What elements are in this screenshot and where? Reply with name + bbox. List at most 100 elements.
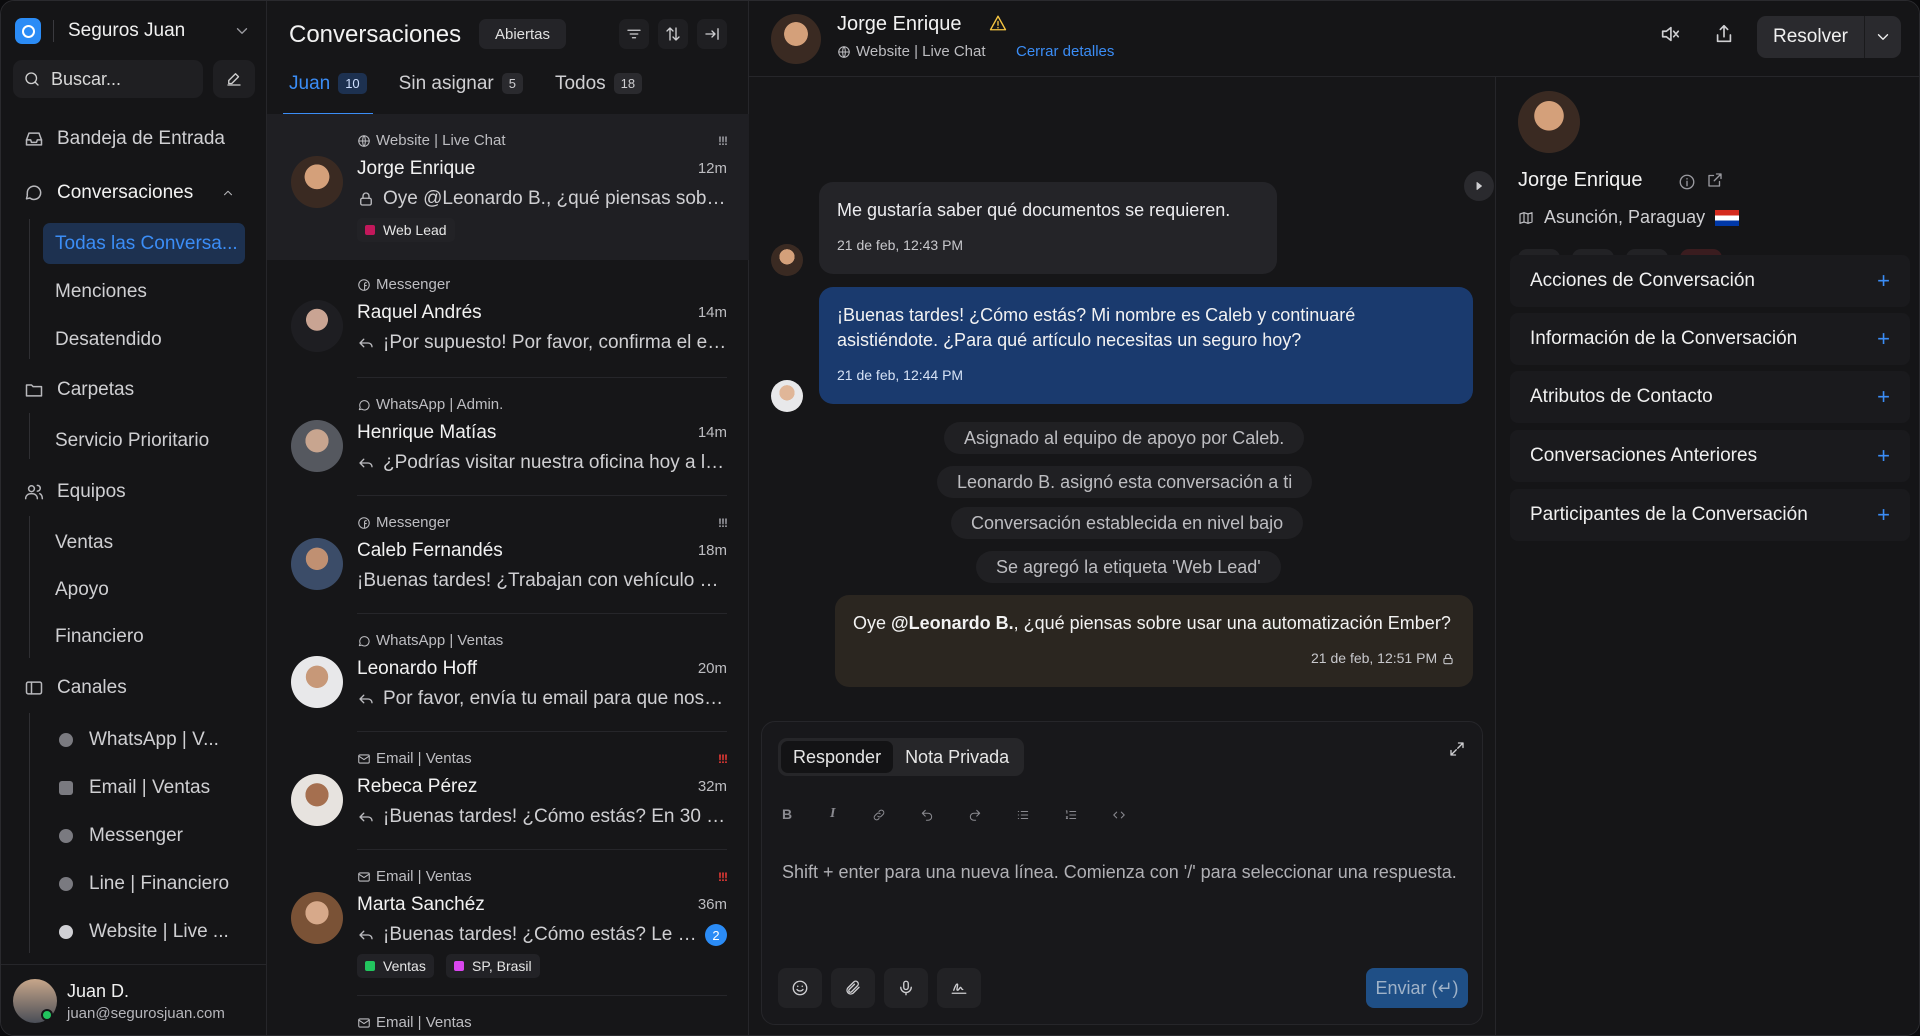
bold-button[interactable]: B bbox=[782, 806, 792, 822]
signature-button[interactable] bbox=[937, 968, 981, 1008]
record-audio-button[interactable] bbox=[884, 968, 928, 1008]
numbered-list-icon[interactable] bbox=[1064, 808, 1078, 822]
collapse-list-button[interactable] bbox=[697, 19, 727, 49]
whatsapp-icon bbox=[357, 634, 371, 648]
toggle-details-button[interactable] bbox=[1464, 171, 1494, 201]
globe-icon bbox=[357, 134, 371, 148]
conversation-item[interactable]: Email | Ventas !!! Marta Sanchéz 36m ¡Bu… bbox=[267, 850, 749, 996]
conversation-item[interactable]: WhatsApp | Ventas Leonardo Hoff 20m Por … bbox=[267, 614, 749, 732]
sidebar: Seguros Juan Buscar... Bandeja de Entrad… bbox=[1, 1, 267, 1035]
message-input[interactable]: Shift + enter para una nueva línea. Comi… bbox=[782, 862, 1457, 883]
info-icon[interactable] bbox=[1678, 173, 1696, 191]
sort-button[interactable] bbox=[658, 19, 688, 49]
chevron-down-icon[interactable] bbox=[1865, 28, 1901, 46]
timestamp: 12m bbox=[697, 160, 727, 177]
label-tag[interactable]: Ventas bbox=[357, 954, 434, 978]
search-input[interactable]: Buscar... bbox=[13, 60, 203, 98]
last-message: ¡Por supuesto! Por favor, confirma el en… bbox=[383, 332, 727, 353]
tree-line bbox=[29, 413, 30, 459]
outgoing-message[interactable]: ¡Buenas tardes! ¿Cómo estás? Mi nombre e… bbox=[819, 287, 1473, 404]
contact-name: Leonardo Hoff bbox=[357, 658, 478, 679]
tab-mine[interactable]: Juan 10 bbox=[283, 73, 373, 115]
code-icon[interactable] bbox=[1112, 808, 1126, 822]
tab-private-note[interactable]: Nota Privada bbox=[893, 741, 1021, 773]
chevron-down-icon bbox=[233, 22, 251, 40]
resolve-button[interactable]: Resolver bbox=[1757, 16, 1901, 58]
conversation-item[interactable]: Email | Ventas !!! Rebeca Pérez 32m ¡Bue… bbox=[267, 732, 749, 850]
section-title: Conversaciones Anteriores bbox=[1530, 445, 1758, 466]
tab-all[interactable]: Todos 18 bbox=[555, 73, 643, 115]
compose-button[interactable] bbox=[213, 60, 255, 98]
sidebar-item-inbox[interactable]: Bandeja de Entrada bbox=[23, 128, 225, 150]
incoming-message[interactable]: Me gustaría saber qué documentos se requ… bbox=[819, 182, 1277, 274]
workspace-switcher[interactable]: Seguros Juan bbox=[15, 15, 251, 47]
source-label: Messenger bbox=[376, 276, 451, 293]
chevron-right-icon bbox=[1473, 180, 1485, 192]
link-icon[interactable] bbox=[872, 808, 886, 822]
chat-bubble-icon bbox=[23, 183, 45, 203]
section-previous-conversations[interactable]: Conversaciones Anteriores + bbox=[1510, 430, 1910, 482]
sidebar-item-unattended[interactable]: Desatendido bbox=[55, 329, 162, 351]
sidebar-item-channels[interactable]: Canales bbox=[23, 677, 127, 699]
sidebar-item-all-conversations[interactable]: Todas las Conversa... bbox=[55, 233, 238, 255]
section-conversation-info[interactable]: Información de la Conversación + bbox=[1510, 313, 1910, 365]
sidebar-item-channel-messenger[interactable]: Messenger bbox=[59, 825, 183, 847]
section-conversation-actions[interactable]: Acciones de Conversación + bbox=[1510, 255, 1910, 307]
sidebar-item-team-financiero[interactable]: Financiero bbox=[55, 626, 144, 648]
bullet-list-icon[interactable] bbox=[1016, 808, 1030, 822]
contact-name: Caleb Fernandés bbox=[357, 540, 503, 561]
mention[interactable]: @Leonardo B. bbox=[891, 613, 1014, 633]
conversation-item[interactable]: Messenger Raquel Andrés 14m ¡Por supuest… bbox=[267, 260, 749, 378]
attach-button[interactable] bbox=[831, 968, 875, 1008]
sidebar-item-channel-whatsapp[interactable]: WhatsApp | V... bbox=[59, 729, 219, 751]
undo-icon[interactable] bbox=[920, 808, 934, 822]
italic-button[interactable]: I bbox=[830, 806, 835, 822]
emoji-button[interactable] bbox=[778, 968, 822, 1008]
avatar[interactable] bbox=[771, 14, 821, 64]
close-details-link[interactable]: Cerrar detalles bbox=[1016, 43, 1114, 60]
conversation-item[interactable]: Email | Ventas bbox=[267, 996, 749, 1035]
smile-icon bbox=[791, 979, 809, 997]
last-message: ¿Podrías visitar nuestra oficina hoy a l… bbox=[383, 452, 727, 473]
plus-icon: + bbox=[1877, 443, 1890, 468]
label-color bbox=[365, 961, 375, 971]
conversation-item[interactable]: Website | Live Chat !!! Jorge Enrique 12… bbox=[267, 114, 749, 260]
external-link-icon[interactable] bbox=[1706, 171, 1724, 189]
label-tag[interactable]: SP, Brasil bbox=[446, 954, 540, 978]
current-user[interactable]: Juan D. juan@segurosjuan.com bbox=[1, 964, 267, 1035]
sidebar-item-teams[interactable]: Equipos bbox=[23, 481, 126, 503]
section-contact-attributes[interactable]: Atributos de Contacto + bbox=[1510, 371, 1910, 423]
sidebar-item-mentions[interactable]: Menciones bbox=[55, 281, 147, 303]
label-tag[interactable]: Web Lead bbox=[357, 218, 455, 242]
tab-reply[interactable]: Responder bbox=[781, 741, 894, 773]
send-button[interactable]: Enviar (↵) bbox=[1366, 968, 1468, 1008]
sidebar-item-folders[interactable]: Carpetas bbox=[23, 379, 134, 401]
section-conversation-participants[interactable]: Participantes de la Conversación + bbox=[1510, 489, 1910, 541]
lock-icon bbox=[1441, 652, 1455, 666]
private-note-message[interactable]: Oye @Leonardo B., ¿qué piensas sobre usa… bbox=[835, 595, 1473, 687]
expand-icon[interactable] bbox=[1448, 740, 1466, 758]
export-button[interactable] bbox=[1713, 23, 1735, 45]
sidebar-item-channel-website[interactable]: Website | Live ... bbox=[59, 921, 229, 943]
sidebar-item-channel-email[interactable]: Email | Ventas bbox=[59, 777, 210, 799]
channels-icon bbox=[23, 678, 45, 698]
sidebar-item-team-ventas[interactable]: Ventas bbox=[55, 532, 113, 554]
status-filter[interactable]: Abiertas bbox=[479, 19, 567, 49]
sidebar-item-team-apoyo[interactable]: Apoyo bbox=[55, 579, 109, 601]
timestamp: 14m bbox=[697, 424, 727, 441]
contact-name[interactable]: Jorge Enrique bbox=[837, 13, 962, 36]
last-message: ¡Buenas tardes! ¿Cómo estás? Le informam… bbox=[383, 924, 697, 945]
workspace-name: Seguros Juan bbox=[53, 20, 233, 42]
line-icon bbox=[59, 877, 73, 891]
search-placeholder: Buscar... bbox=[51, 68, 122, 89]
sidebar-item-priority-service[interactable]: Servicio Prioritario bbox=[55, 430, 209, 452]
contact-name: Jorge Enrique bbox=[1518, 169, 1643, 191]
conversation-item[interactable]: Messenger !!! Caleb Fernandés 18m ¡Buena… bbox=[267, 496, 749, 614]
tab-unassigned[interactable]: Sin asignar 5 bbox=[399, 73, 523, 115]
filter-button[interactable] bbox=[619, 19, 649, 49]
mute-button[interactable] bbox=[1659, 23, 1681, 45]
redo-icon[interactable] bbox=[968, 808, 982, 822]
sidebar-item-conversations[interactable]: Conversaciones bbox=[23, 182, 247, 204]
sidebar-item-channel-line[interactable]: Line | Financiero bbox=[59, 873, 229, 895]
conversation-item[interactable]: WhatsApp | Admin. Henrique Matías 14m ¿P… bbox=[267, 378, 749, 496]
